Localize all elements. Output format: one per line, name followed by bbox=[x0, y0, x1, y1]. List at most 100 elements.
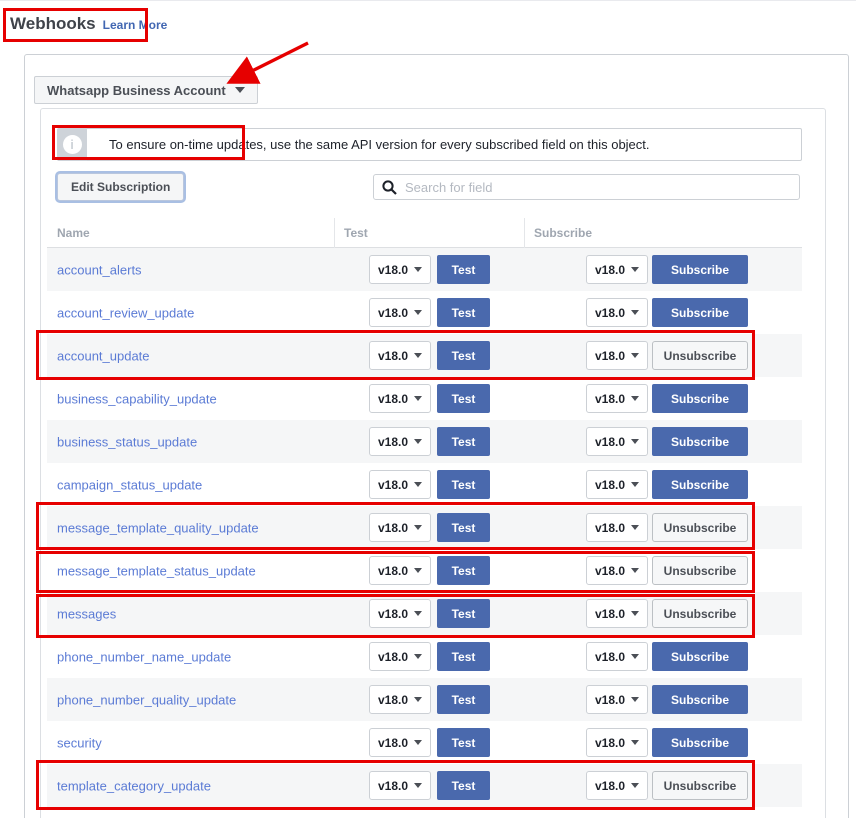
chevron-down-icon bbox=[631, 611, 639, 616]
search-field[interactable] bbox=[373, 174, 800, 200]
test-version-select[interactable]: v18.0 bbox=[369, 513, 431, 542]
test-version-select[interactable]: v18.0 bbox=[369, 728, 431, 757]
test-button[interactable]: Test bbox=[437, 771, 490, 800]
fields-table: Name Test Subscribe account_alerts v18.0… bbox=[47, 218, 802, 807]
subscribe-version-select[interactable]: v18.0 bbox=[586, 728, 648, 757]
chevron-down-icon bbox=[414, 267, 422, 272]
chevron-down-icon bbox=[631, 353, 639, 358]
subscribe-version-select[interactable]: v18.0 bbox=[586, 599, 648, 628]
info-banner-text: To ensure on-time updates, use the same … bbox=[87, 128, 802, 161]
field-name-link[interactable]: business_status_update bbox=[57, 434, 197, 449]
field-name-link[interactable]: campaign_status_update bbox=[57, 477, 202, 492]
test-button[interactable]: Test bbox=[437, 298, 490, 327]
chevron-down-icon bbox=[414, 654, 422, 659]
subscribe-version-select[interactable]: v18.0 bbox=[586, 685, 648, 714]
test-button[interactable]: Test bbox=[437, 642, 490, 671]
subscribe-action-button[interactable]: Subscribe bbox=[652, 685, 748, 714]
test-button[interactable]: Test bbox=[437, 255, 490, 284]
field-name-link[interactable]: message_template_quality_update bbox=[57, 520, 259, 535]
subscribe-version-select[interactable]: v18.0 bbox=[586, 771, 648, 800]
subscribe-action-button[interactable]: Subscribe bbox=[652, 728, 748, 757]
subscribe-action-button[interactable]: Unsubscribe bbox=[652, 556, 748, 585]
subscribe-version-select[interactable]: v18.0 bbox=[586, 470, 648, 499]
column-divider bbox=[334, 218, 335, 248]
field-name-link[interactable]: template_category_update bbox=[57, 778, 211, 793]
field-name-link[interactable]: phone_number_name_update bbox=[57, 649, 231, 664]
field-name-link[interactable]: phone_number_quality_update bbox=[57, 692, 236, 707]
subscribe-action-button[interactable]: Subscribe bbox=[652, 384, 748, 413]
subscribe-action-button[interactable]: Unsubscribe bbox=[652, 599, 748, 628]
test-button[interactable]: Test bbox=[437, 513, 490, 542]
object-type-label: Whatsapp Business Account bbox=[47, 83, 226, 98]
subscribe-action-button[interactable]: Unsubscribe bbox=[652, 771, 748, 800]
subscribe-version-select[interactable]: v18.0 bbox=[586, 298, 648, 327]
table-row: template_category_update v18.0 Test v18.… bbox=[47, 764, 802, 807]
learn-more-link[interactable]: Learn More bbox=[103, 18, 168, 32]
chevron-down-icon bbox=[414, 611, 422, 616]
subscribe-action-button[interactable]: Subscribe bbox=[652, 255, 748, 284]
subscribe-action-button[interactable]: Unsubscribe bbox=[652, 341, 748, 370]
table-row: campaign_status_update v18.0 Test v18.0 … bbox=[47, 463, 802, 506]
test-version-select[interactable]: v18.0 bbox=[369, 384, 431, 413]
column-divider bbox=[524, 218, 525, 248]
test-version-select[interactable]: v18.0 bbox=[369, 298, 431, 327]
subscribe-action-button[interactable]: Unsubscribe bbox=[652, 513, 748, 542]
test-button[interactable]: Test bbox=[437, 427, 490, 456]
test-version-select[interactable]: v18.0 bbox=[369, 556, 431, 585]
subscription-card: i To ensure on-time updates, use the sam… bbox=[40, 108, 826, 818]
test-version-select[interactable]: v18.0 bbox=[369, 341, 431, 370]
table-row: account_review_update v18.0 Test v18.0 S… bbox=[47, 291, 802, 334]
test-button[interactable]: Test bbox=[437, 728, 490, 757]
subscribe-version-select[interactable]: v18.0 bbox=[586, 255, 648, 284]
subscribe-action-button[interactable]: Subscribe bbox=[652, 427, 748, 456]
test-version-select[interactable]: v18.0 bbox=[369, 685, 431, 714]
subscribe-version-select[interactable]: v18.0 bbox=[586, 642, 648, 671]
chevron-down-icon bbox=[414, 740, 422, 745]
test-version-select[interactable]: v18.0 bbox=[369, 470, 431, 499]
chevron-down-icon bbox=[414, 783, 422, 788]
test-button[interactable]: Test bbox=[437, 556, 490, 585]
subscribe-action-button[interactable]: Subscribe bbox=[652, 642, 748, 671]
search-input[interactable] bbox=[405, 180, 791, 195]
subscribe-action-button[interactable]: Subscribe bbox=[652, 470, 748, 499]
subscribe-version-select[interactable]: v18.0 bbox=[586, 427, 648, 456]
field-name-link[interactable]: messages bbox=[57, 606, 116, 621]
chevron-down-icon bbox=[414, 482, 422, 487]
table-row: security v18.0 Test v18.0 Subscribe bbox=[47, 721, 802, 764]
chevron-down-icon bbox=[631, 439, 639, 444]
test-button[interactable]: Test bbox=[437, 384, 490, 413]
edit-subscription-button[interactable]: Edit Subscription bbox=[57, 173, 184, 201]
test-button[interactable]: Test bbox=[437, 599, 490, 628]
page-title: Webhooks bbox=[10, 14, 96, 34]
test-version-select[interactable]: v18.0 bbox=[369, 771, 431, 800]
field-name-link[interactable]: account_update bbox=[57, 348, 150, 363]
subscribe-version-select[interactable]: v18.0 bbox=[586, 384, 648, 413]
chevron-down-icon bbox=[414, 353, 422, 358]
chevron-down-icon bbox=[631, 396, 639, 401]
subscribe-version-select[interactable]: v18.0 bbox=[586, 513, 648, 542]
field-name-link[interactable]: message_template_status_update bbox=[57, 563, 256, 578]
table-row: phone_number_quality_update v18.0 Test v… bbox=[47, 678, 802, 721]
chevron-down-icon bbox=[631, 525, 639, 530]
chevron-down-icon bbox=[414, 697, 422, 702]
test-version-select[interactable]: v18.0 bbox=[369, 427, 431, 456]
field-name-link[interactable]: business_capability_update bbox=[57, 391, 217, 406]
chevron-down-icon bbox=[631, 568, 639, 573]
field-name-link[interactable]: account_review_update bbox=[57, 305, 194, 320]
test-button[interactable]: Test bbox=[437, 470, 490, 499]
subscribe-version-select[interactable]: v18.0 bbox=[586, 556, 648, 585]
field-name-link[interactable]: security bbox=[57, 735, 102, 750]
test-button[interactable]: Test bbox=[437, 341, 490, 370]
field-name-link[interactable]: account_alerts bbox=[57, 262, 142, 277]
chevron-down-icon bbox=[631, 783, 639, 788]
object-type-dropdown[interactable]: Whatsapp Business Account bbox=[34, 76, 258, 104]
subscribe-action-button[interactable]: Subscribe bbox=[652, 298, 748, 327]
chevron-down-icon bbox=[414, 525, 422, 530]
test-button[interactable]: Test bbox=[437, 685, 490, 714]
test-version-select[interactable]: v18.0 bbox=[369, 599, 431, 628]
subscribe-version-select[interactable]: v18.0 bbox=[586, 341, 648, 370]
chevron-down-icon bbox=[631, 482, 639, 487]
test-version-select[interactable]: v18.0 bbox=[369, 255, 431, 284]
table-row: message_template_status_update v18.0 Tes… bbox=[47, 549, 802, 592]
test-version-select[interactable]: v18.0 bbox=[369, 642, 431, 671]
